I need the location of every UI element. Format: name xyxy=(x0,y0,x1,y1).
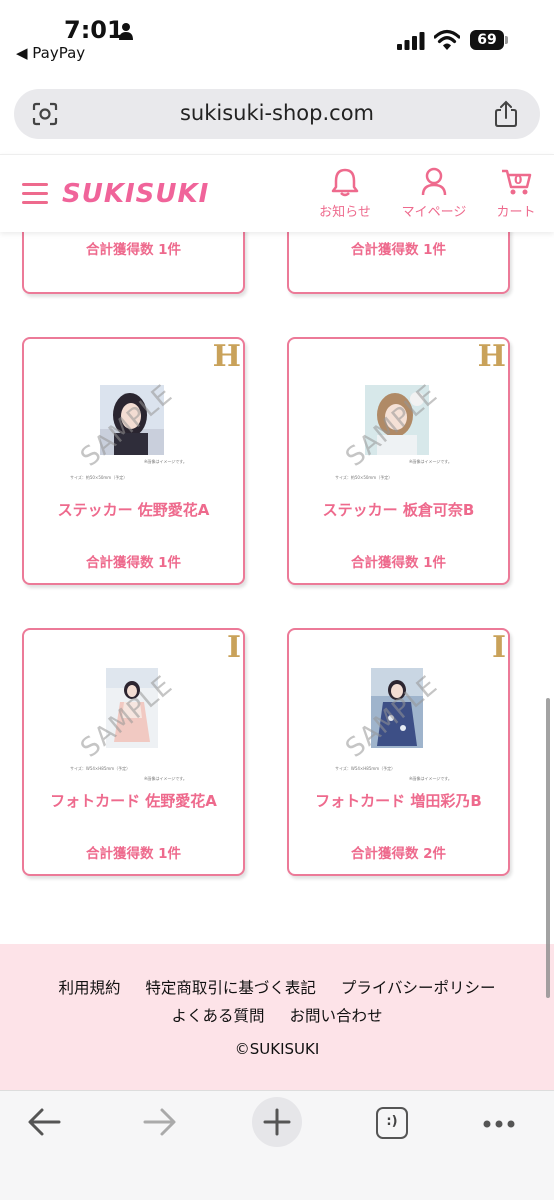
product-card[interactable]: H SAMPLE ※画像はイメージです。 サイズ：約50×50mm（予定） ステ… xyxy=(287,337,510,585)
product-card[interactable]: I SAMPLE サイズ：W54×H85mm（予定） ※画像はイメージです。 フ… xyxy=(22,628,245,876)
product-thumbnail: SAMPLE ※画像はイメージです。 サイズ：約50×50mm（予定） xyxy=(335,379,452,480)
scrollbar[interactable] xyxy=(546,698,550,998)
more-options-icon[interactable] xyxy=(482,1119,516,1129)
product-thumbnail: SAMPLE サイズ：W54×H85mm（予定） ※画像はイメージです。 xyxy=(70,668,187,781)
thumbnail-note: ※画像はイメージです。 xyxy=(409,776,452,781)
battery-level: 69 xyxy=(470,30,504,50)
plus-icon xyxy=(263,1108,291,1136)
battery-indicator: 69 xyxy=(470,30,508,50)
tab-switcher-button[interactable]: :) xyxy=(376,1107,408,1139)
back-arrow-icon[interactable] xyxy=(26,1105,62,1139)
copyright: ©SUKISUKI xyxy=(234,1040,320,1058)
status-bar: 7:01 ◀ PayPay 69 xyxy=(0,0,554,80)
thumbnail-note: ※画像はイメージです。 xyxy=(144,776,187,781)
cart-count-badge: 0 xyxy=(514,173,523,187)
thumbnail-size-caption: サイズ：W54×H85mm（予定） xyxy=(335,766,396,771)
share-icon[interactable] xyxy=(494,100,518,128)
thumbnail-size-caption: サイズ：約50×50mm（予定） xyxy=(70,475,128,480)
footer-link-contact[interactable]: お問い合わせ xyxy=(289,1007,382,1025)
product-thumbnail: SAMPLE ※画像はイメージです。 サイズ：約50×50mm（予定） xyxy=(70,379,187,480)
card-title: ステッカー 佐野愛花A xyxy=(57,501,210,519)
site-header: SUKISUKI お知らせ マイページ 0 カート xyxy=(0,154,554,232)
forward-arrow-icon[interactable] xyxy=(142,1105,178,1139)
browser-toolbar: :) xyxy=(0,1090,554,1200)
card-title: フォトカード 増田彩乃B xyxy=(315,792,482,810)
footer-link-faq[interactable]: よくある質問 xyxy=(172,1007,265,1025)
hamburger-menu-icon[interactable] xyxy=(22,183,48,205)
url-text[interactable]: sukisuki-shop.com xyxy=(14,101,540,125)
nav-mypage-label: マイページ xyxy=(401,205,467,220)
rank-badge: H xyxy=(477,339,506,374)
nav-cart[interactable]: 0 カート xyxy=(492,167,540,220)
nav-news[interactable]: お知らせ xyxy=(314,167,376,220)
clock: 7:01 xyxy=(64,16,124,44)
product-card[interactable]: I SAMPLE サイズ：W54×H85mm（予定） ※画像はイメージです。 フ… xyxy=(287,628,510,876)
nav-mypage[interactable]: マイページ xyxy=(396,167,472,220)
card-title: ステッカー 板倉可奈B xyxy=(322,501,475,519)
cellular-signal-icon xyxy=(397,32,425,50)
new-tab-button[interactable] xyxy=(252,1097,302,1147)
product-thumbnail: SAMPLE サイズ：W54×H85mm（予定） ※画像はイメージです。 xyxy=(335,668,452,781)
footer-link-privacy[interactable]: プライバシーポリシー xyxy=(341,979,496,997)
rank-badge: I xyxy=(226,630,241,665)
card-count: 合計獲得数 1件 xyxy=(85,242,182,258)
nav-news-label: お知らせ xyxy=(319,205,371,220)
rank-badge: I xyxy=(491,630,506,665)
footer-links-row: 利用規約 特定商取引に基づく表記 プライバシーポリシー xyxy=(0,976,554,998)
person-icon xyxy=(119,23,133,40)
battery-tip xyxy=(505,36,508,44)
bell-icon xyxy=(331,168,359,197)
thumbnail-size-caption: サイズ：約50×50mm（予定） xyxy=(335,475,393,480)
site-footer: 利用規約 特定商取引に基づく表記 プライバシーポリシー よくある質問 お問い合わ… xyxy=(0,944,554,1090)
footer-link-commerce[interactable]: 特定商取引に基づく表記 xyxy=(145,979,316,997)
wifi-icon xyxy=(434,29,460,50)
card-count: 合計獲得数 1件 xyxy=(85,846,182,862)
product-card[interactable]: 合計獲得数 1件 xyxy=(22,232,245,294)
product-card[interactable]: H SAMPLE ※画像はイメージです。 サイズ：約50×50mm（予定） ステ… xyxy=(22,337,245,585)
nav-cart-label: カート xyxy=(496,205,536,220)
thumbnail-note: ※画像はイメージです。 xyxy=(144,459,187,464)
thumbnail-size-caption: サイズ：W54×H85mm（予定） xyxy=(70,766,131,771)
site-logo[interactable]: SUKISUKI xyxy=(62,179,209,209)
card-count: 合計獲得数 2件 xyxy=(350,846,447,862)
footer-link-terms[interactable]: 利用規約 xyxy=(58,979,120,997)
card-count: 合計獲得数 1件 xyxy=(350,242,447,258)
product-card[interactable]: 合計獲得数 1件 xyxy=(287,232,510,294)
card-title: フォトカード 佐野愛花A xyxy=(50,792,217,810)
product-grid: 合計獲得数 1件 合計獲得数 1件 H SAMPLE ※画像はイメージです。 サ… xyxy=(0,232,554,944)
thumbnail-note: ※画像はイメージです。 xyxy=(409,459,452,464)
card-count: 合計獲得数 1件 xyxy=(350,555,447,571)
rank-badge: H xyxy=(212,339,241,374)
back-to-app-link[interactable]: ◀ PayPay xyxy=(16,44,85,62)
footer-links-row: よくある質問 お問い合わせ xyxy=(0,1004,554,1026)
user-icon xyxy=(421,167,447,196)
address-bar[interactable]: sukisuki-shop.com xyxy=(14,89,540,139)
card-count: 合計獲得数 1件 xyxy=(85,555,182,571)
